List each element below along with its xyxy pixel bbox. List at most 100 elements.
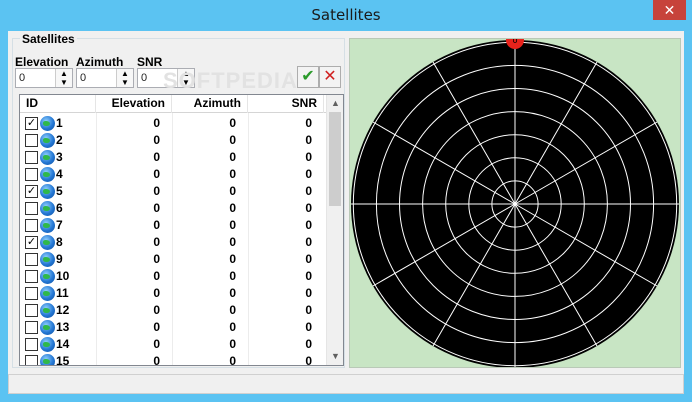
satellites-window: Satellites ✕ Satellites Elevation Azimut… [0, 0, 692, 402]
scroll-down-icon[interactable]: ▼ [327, 348, 343, 365]
row-checkbox[interactable] [25, 253, 38, 266]
row-elevation: 0 [153, 354, 160, 366]
table-row[interactable]: 12 0 0 0 [20, 301, 326, 318]
row-azimuth: 0 [229, 150, 236, 164]
row-id: 15 [56, 354, 70, 366]
row-elevation: 0 [153, 150, 160, 164]
snr-value: 0 [141, 72, 148, 84]
row-snr: 0 [305, 218, 312, 232]
row-snr: 0 [305, 167, 312, 181]
row-checkbox[interactable]: ✓ [25, 185, 38, 198]
row-elevation: 0 [153, 218, 160, 232]
row-checkbox[interactable]: ✓ [25, 236, 38, 249]
row-azimuth: 0 [229, 337, 236, 351]
table-row[interactable]: 13 0 0 0 [20, 318, 326, 335]
row-snr: 0 [305, 320, 312, 334]
globe-icon [40, 235, 55, 250]
row-azimuth: 0 [229, 167, 236, 181]
title-bar[interactable]: Satellites ✕ [0, 0, 692, 31]
globe-icon [40, 184, 55, 199]
azimuth-spinner[interactable]: 0 ▲ ▼ [76, 68, 134, 88]
row-azimuth: 0 [229, 133, 236, 147]
row-snr: 0 [305, 116, 312, 130]
elevation-spinner[interactable]: 0 ▲ ▼ [15, 68, 73, 88]
satellite-list[interactable]: ID Elevation Azimuth SNR ✓ 1 0 0 0 2 0 0 0 3 0 0 0 4 0… [19, 94, 344, 366]
row-elevation: 0 [153, 252, 160, 266]
row-azimuth: 0 [229, 269, 236, 283]
cross-icon: ✕ [323, 68, 337, 85]
table-row[interactable]: 15 0 0 0 [20, 352, 326, 366]
row-checkbox[interactable] [25, 168, 38, 181]
column-header-snr[interactable]: SNR [248, 95, 324, 113]
apply-button[interactable]: ✔ [297, 66, 319, 88]
row-elevation: 0 [153, 320, 160, 334]
column-header-id[interactable]: ID [20, 95, 96, 113]
row-azimuth: 0 [229, 252, 236, 266]
list-header: ID Elevation Azimuth SNR [20, 95, 326, 113]
table-row[interactable]: 2000 [20, 131, 326, 148]
column-header-elevation[interactable]: Elevation [96, 95, 172, 113]
row-id: 3 [56, 150, 63, 164]
row-id: 11 [56, 286, 69, 300]
row-checkbox[interactable] [25, 202, 38, 215]
row-snr: 0 [305, 201, 312, 215]
row-azimuth: 0 [229, 184, 236, 198]
row-elevation: 0 [153, 201, 160, 215]
table-row[interactable]: ✓ 1 0 0 0 [20, 114, 326, 131]
globe-icon [40, 252, 55, 267]
table-row[interactable]: 11 0 0 0 [20, 284, 326, 301]
table-row[interactable]: 3 0 0 0 [20, 148, 326, 165]
row-id: 14 [56, 337, 70, 351]
row-snr: 0 [305, 286, 312, 300]
cancel-button[interactable]: ✕ [319, 66, 341, 88]
table-row[interactable]: 9 0 0 0 [20, 250, 326, 267]
row-elevation: 0 [153, 303, 160, 317]
row-snr: 0 [305, 354, 312, 366]
row-elevation: 0 [153, 167, 160, 181]
row-azimuth: 0 [229, 235, 236, 249]
globe-icon [40, 167, 55, 182]
table-row[interactable]: 4 0 0 0 [20, 165, 326, 182]
row-id: 12 [56, 303, 70, 317]
row-snr: 0 [305, 303, 312, 317]
scroll-up-icon[interactable]: ▲ [327, 95, 343, 112]
table-row[interactable]: 7 0 0 0 [20, 216, 326, 233]
scroll-thumb[interactable] [329, 112, 341, 206]
globe-icon [40, 133, 55, 148]
globe-icon [40, 286, 55, 301]
row-id: 4 [56, 167, 63, 181]
row-checkbox[interactable] [25, 338, 38, 351]
table-row[interactable]: ✓ 5 0 0 0 [20, 182, 326, 199]
table-row[interactable]: 6 0 0 0 [20, 199, 326, 216]
close-button[interactable]: ✕ [653, 0, 686, 20]
row-checkbox[interactable] [25, 355, 38, 365]
row-elevation: 0 [153, 337, 160, 351]
row-checkbox[interactable] [25, 304, 38, 317]
globe-icon [40, 354, 55, 365]
row-checkbox[interactable]: ✓ [25, 117, 38, 130]
elevation-label: Elevation [15, 55, 69, 69]
row-checkbox[interactable] [25, 219, 38, 232]
row-checkbox[interactable] [25, 151, 38, 164]
sky-plot-panel: 0 [349, 38, 681, 368]
row-elevation: 0 [153, 184, 160, 198]
row-snr: 0 [305, 150, 312, 164]
table-row[interactable]: 10 0 0 0 [20, 267, 326, 284]
column-header-azimuth[interactable]: Azimuth [172, 95, 248, 113]
row-checkbox[interactable] [25, 134, 38, 147]
snr-label: SNR [137, 55, 163, 69]
row-checkbox[interactable] [25, 287, 38, 300]
azimuth-spin-arrows-icon[interactable]: ▲ ▼ [116, 69, 133, 87]
vertical-scrollbar[interactable]: ▲ ▼ [326, 95, 343, 365]
sky-plot-radar[interactable]: 0 [350, 39, 680, 367]
row-id: 13 [56, 320, 70, 334]
checkmark-icon: ✔ [301, 68, 315, 85]
row-checkbox[interactable] [25, 270, 38, 283]
globe-icon [40, 337, 55, 352]
row-checkbox[interactable] [25, 321, 38, 334]
elevation-spin-arrows-icon[interactable]: ▲ ▼ [55, 69, 72, 87]
row-elevation: 0 [153, 235, 160, 249]
table-row[interactable]: 14 0 0 0 [20, 335, 326, 352]
table-row[interactable]: ✓ 8 0 0 0 [20, 233, 326, 250]
row-snr: 0 [305, 269, 312, 283]
